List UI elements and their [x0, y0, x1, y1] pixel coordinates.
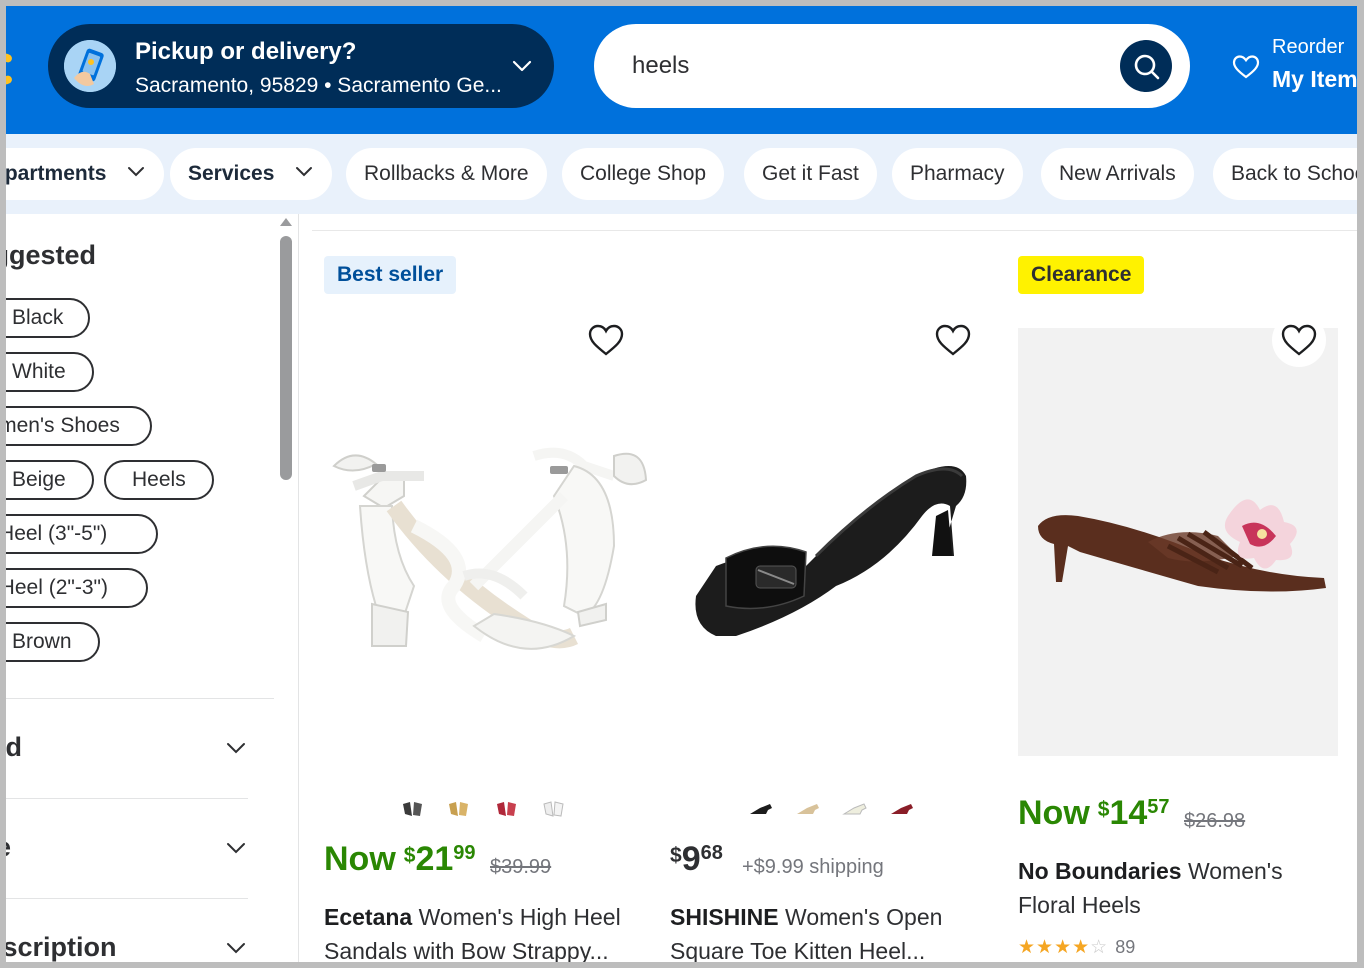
price-prefix: Now	[324, 840, 396, 878]
shipping-cost: +$9.99 shipping	[742, 856, 884, 878]
heart-icon[interactable]	[1232, 54, 1260, 80]
swatch-black-bow[interactable]	[400, 800, 426, 818]
swatch-red-bow[interactable]	[494, 800, 520, 818]
facet-type[interactable]: Type	[6, 832, 11, 863]
chip-black[interactable]: Black	[6, 298, 90, 338]
search-button[interactable]	[1120, 40, 1172, 92]
search-bar[interactable]: heels	[594, 24, 1190, 108]
price-dollars: 9	[681, 840, 701, 878]
price-cents: 57	[1147, 796, 1170, 818]
site-header: Pickup or delivery? Sacramento, 95829 • …	[6, 6, 1357, 134]
star-rating[interactable]: ★★★★☆ 89	[1018, 936, 1135, 959]
chevron-down-icon	[128, 167, 145, 177]
price-cents: 99	[453, 842, 476, 864]
favorite-heart-icon[interactable]	[934, 321, 972, 359]
facet-brand[interactable]: Brand	[6, 732, 22, 763]
chevron-down-icon[interactable]	[224, 836, 248, 860]
chevron-down-icon[interactable]	[224, 936, 248, 960]
swatch-black[interactable]	[748, 800, 774, 818]
product-price: Now $2199	[324, 840, 476, 878]
chip-heels[interactable]: Heels	[104, 460, 214, 500]
nav-college-shop[interactable]: College Shop	[562, 148, 725, 200]
product-title-line2[interactable]: Floral Heels	[1018, 892, 1141, 919]
search-icon	[1134, 54, 1160, 80]
nav-get-it-fast[interactable]: Get it Fast	[744, 148, 877, 200]
filter-sidebar: Suggested Black White Women's Shoes Beig…	[6, 214, 296, 962]
chip-high-heel[interactable]: High Heel (3"-5")	[6, 514, 158, 554]
product-title-text: Women's Open	[778, 904, 943, 930]
product-title-text: Women's	[1181, 858, 1283, 884]
pickup-location: Sacramento, 95829 • Sacramento Ge...	[135, 74, 502, 97]
empty-star-icon: ☆	[1090, 937, 1108, 958]
store-phone-icon	[64, 40, 116, 92]
divider	[6, 798, 248, 799]
product-price: Now $1457	[1018, 794, 1170, 832]
product-brand: SHISHINE	[670, 904, 779, 930]
chip-white[interactable]: White	[6, 352, 94, 392]
divider	[298, 214, 299, 962]
product-title-text: Women's High Heel	[412, 904, 621, 930]
nav-label: Services	[188, 162, 275, 185]
search-input[interactable]: heels	[632, 52, 689, 80]
walmart-spark-logo[interactable]	[6, 50, 16, 90]
product-brand: Ecetana	[324, 904, 413, 930]
was-price: $39.99	[490, 856, 552, 878]
nav-new-arrivals[interactable]: New Arrivals	[1041, 148, 1194, 200]
product-image-floral-heels[interactable]	[1028, 486, 1328, 616]
nav-services[interactable]: Services	[170, 148, 333, 200]
category-nav: Departments Services Rollbacks & More Co…	[6, 134, 1357, 214]
nav-rollbacks[interactable]: Rollbacks & More	[346, 148, 547, 200]
product-title[interactable]: No Boundaries Women's	[1018, 858, 1283, 885]
pickup-title: Pickup or delivery?	[135, 38, 357, 65]
swatch-gold-bow[interactable]	[446, 800, 472, 818]
chip-beige[interactable]: Beige	[6, 460, 94, 500]
price-dollars: 21	[415, 840, 454, 878]
swatch-beige[interactable]	[795, 800, 821, 818]
chip-womens-shoes[interactable]: Women's Shoes	[6, 406, 152, 446]
pickup-delivery-selector[interactable]: Pickup or delivery? Sacramento, 95829 • …	[48, 24, 554, 108]
product-title-line2[interactable]: Square Toe Kitten Heel...	[670, 938, 925, 962]
divider	[6, 898, 248, 899]
product-brand: No Boundaries	[1018, 858, 1182, 884]
price-cents: 68	[700, 842, 723, 864]
price-dollars: 14	[1109, 794, 1148, 832]
star-icons: ★★★★	[1018, 937, 1091, 958]
swatch-white-bow[interactable]	[541, 800, 567, 818]
chevron-down-icon	[296, 167, 313, 177]
my-items-label[interactable]: My Items	[1272, 66, 1357, 93]
nav-pharmacy[interactable]: Pharmacy	[892, 148, 1023, 200]
scroll-up-arrow[interactable]	[280, 218, 292, 226]
chip-brown[interactable]: Brown	[6, 622, 100, 662]
product-title[interactable]: SHISHINE Women's Open	[670, 904, 942, 931]
clearance-badge: Clearance	[1018, 256, 1145, 294]
was-price: $26.98	[1184, 810, 1246, 832]
nav-label: Departments	[4, 162, 107, 185]
divider	[312, 230, 1357, 231]
product-title[interactable]: Ecetana Women's High Heel	[324, 904, 621, 931]
favorite-heart-icon[interactable]	[1280, 321, 1318, 359]
browser-frame: Pickup or delivery? Sacramento, 95829 • …	[0, 0, 1364, 968]
product-title-line2[interactable]: Sandals with Bow Strappy...	[324, 938, 609, 962]
product-price: $968	[670, 840, 723, 878]
reorder-label[interactable]: Reorder	[1272, 36, 1344, 59]
chevron-down-icon	[512, 60, 532, 72]
product-image-black-heels[interactable]	[686, 446, 976, 646]
price-prefix: Now	[1018, 794, 1090, 832]
facet-description[interactable]: Description	[6, 932, 117, 962]
swatch-red[interactable]	[889, 800, 915, 818]
review-count: 89	[1115, 937, 1136, 957]
favorite-heart-icon[interactable]	[587, 321, 625, 359]
chevron-down-icon[interactable]	[224, 736, 248, 760]
suggested-heading: Suggested	[6, 240, 97, 270]
sidebar-scrollbar[interactable]	[280, 236, 292, 480]
product-image-white-sandals[interactable]	[324, 436, 654, 676]
chip-mid-heel[interactable]: Mid Heel (2"-3")	[6, 568, 148, 608]
divider	[6, 698, 274, 699]
nav-departments[interactable]: Departments	[4, 148, 165, 200]
swatch-white[interactable]	[842, 800, 868, 818]
best-seller-badge: Best seller	[324, 256, 457, 294]
nav-back-to-school[interactable]: Back to School	[1213, 148, 1357, 200]
